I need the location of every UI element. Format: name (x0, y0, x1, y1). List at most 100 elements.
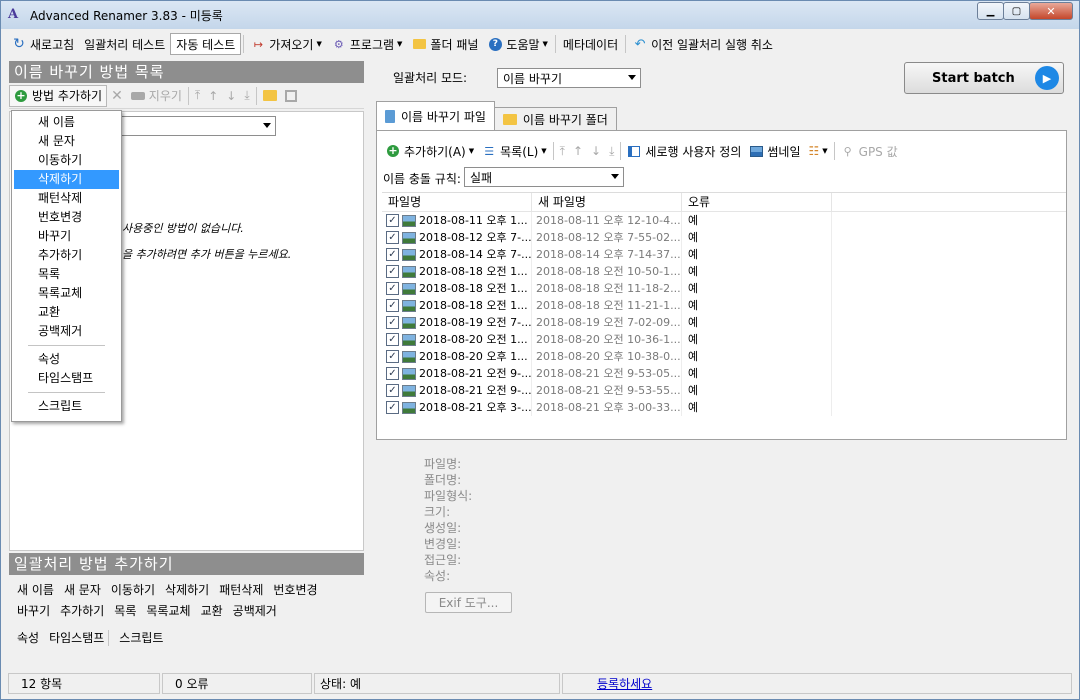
menu-item-replace[interactable]: 바꾸기 (14, 227, 119, 246)
start-batch-button[interactable]: Start batch ▶ (904, 62, 1064, 94)
help-menu-button[interactable]: ? 도움말 ▼ (483, 33, 553, 55)
row-checkbox[interactable]: ✓ (386, 214, 399, 227)
conflict-rule-select[interactable]: 실패 (464, 167, 624, 187)
table-row[interactable]: ✓ 2018-08-18 오전 1... 2018-08-18 오전 10-50-1… (382, 263, 1066, 280)
menu-item-new-case[interactable]: 새 문자 (14, 132, 119, 151)
programs-menu-button[interactable]: ⚙ 프로그램 ▼ (327, 33, 408, 55)
menu-divider (28, 345, 105, 346)
tab-rename-folders[interactable]: 이름 바꾸기 폴더 (493, 107, 617, 130)
menu-item-attributes[interactable]: 속성 (14, 350, 119, 369)
undo-batch-button[interactable]: ↶ 이전 일괄처리 실행 취소 (628, 33, 778, 55)
menu-item-list-replace[interactable]: 목록교체 (14, 284, 119, 303)
menu-item-list[interactable]: 목록 (14, 265, 119, 284)
row-checkbox[interactable]: ✓ (386, 333, 399, 346)
menu-item-add[interactable]: 추가하기 (14, 246, 119, 265)
table-row[interactable]: ✓ 2018-08-20 오후 1... 2018-08-20 오후 10-38-0… (382, 348, 1066, 365)
maximize-button[interactable]: ▢ (1003, 2, 1030, 20)
row-checkbox[interactable]: ✓ (386, 282, 399, 295)
move-top-button[interactable]: ⤒ (556, 140, 569, 162)
gps-button[interactable]: ⚲ GPS 값 (837, 140, 902, 162)
method-link[interactable]: 목록 (114, 602, 136, 619)
method-link[interactable]: 속성 (17, 629, 39, 646)
row-checkbox[interactable]: ✓ (386, 231, 399, 244)
tab-rename-files[interactable]: 이름 바꾸기 파일 (376, 101, 495, 130)
move-up-button[interactable]: ↑ (569, 140, 587, 162)
image-file-icon (402, 333, 416, 346)
menu-item-timestamp[interactable]: 타임스탬프 (14, 369, 119, 388)
menu-item-remove-pattern[interactable]: 패턴삭제 (14, 189, 119, 208)
row-checkbox[interactable]: ✓ (386, 316, 399, 329)
menu-item-swap[interactable]: 교환 (14, 303, 119, 322)
move-down-button[interactable]: ↓ (587, 140, 605, 162)
thumbnail-button[interactable]: 썸네일 (745, 140, 804, 162)
method-link[interactable]: 삭제하기 (165, 581, 209, 598)
method-link[interactable]: 교환 (201, 602, 223, 619)
add-method-button[interactable]: + 방법 추가하기 (9, 84, 108, 107)
table-row[interactable]: ✓ 2018-08-19 오전 7-... 2018-08-19 오전 7-02-0… (382, 314, 1066, 331)
method-link[interactable]: 패턴삭제 (219, 581, 263, 598)
method-link[interactable]: 추가하기 (60, 602, 104, 619)
method-link[interactable]: 타임스탬프 (49, 629, 104, 646)
move-top-button[interactable]: ⤒ (191, 85, 204, 107)
table-row[interactable]: ✓ 2018-08-11 오후 1... 2018-08-11 오후 12-10-4… (382, 212, 1066, 229)
auto-test-toggle[interactable]: 자동 테스트 (170, 33, 242, 55)
table-row[interactable]: ✓ 2018-08-21 오전 9-... 2018-08-21 오전 9-53-0… (382, 365, 1066, 382)
method-link[interactable]: 스크립트 (119, 629, 163, 646)
row-checkbox[interactable]: ✓ (386, 299, 399, 312)
table-row[interactable]: ✓ 2018-08-21 오전 9-... 2018-08-21 오전 9-53-5… (382, 382, 1066, 399)
preset-select[interactable] (120, 116, 276, 136)
table-row[interactable]: ✓ 2018-08-12 오후 7-... 2018-08-12 오후 7-55-0… (382, 229, 1066, 246)
row-checkbox[interactable]: ✓ (386, 384, 399, 397)
folder-panel-button[interactable]: 폴더 패널 (407, 33, 483, 55)
move-bottom-button[interactable]: ⤓ (605, 140, 618, 162)
exif-tool-button[interactable]: Exif 도구... (425, 592, 512, 613)
minimize-button[interactable]: ▁ (977, 2, 1004, 20)
menu-item-new-name[interactable]: 새 이름 (14, 113, 119, 132)
method-link[interactable]: 바꾸기 (17, 602, 50, 619)
row-checkbox[interactable]: ✓ (386, 265, 399, 278)
move-bottom-button[interactable]: ⤓ (240, 85, 253, 107)
move-down-button[interactable]: ↓ (222, 85, 240, 107)
close-button[interactable]: ✕ (1029, 2, 1073, 20)
custom-columns-button[interactable]: 세로행 사용자 정의 (623, 140, 745, 162)
batch-test-button[interactable]: 일괄처리 테스트 (79, 33, 170, 55)
view-options-button[interactable]: ☷ ▼ (804, 140, 831, 162)
list-menu-button[interactable]: ☰ 목록(L) ▼ (478, 140, 551, 162)
add-files-button[interactable]: + 추가하기(A) ▼ (382, 140, 478, 162)
menu-item-remove[interactable]: 삭제하기 (14, 170, 119, 189)
metadata-button[interactable]: 메타데이터 (558, 33, 623, 55)
move-up-button[interactable]: ↑ (204, 85, 222, 107)
delete-button[interactable]: 지우기 (127, 85, 186, 107)
table-row[interactable]: ✓ 2018-08-14 오후 7-... 2018-08-14 오후 7-14-3… (382, 246, 1066, 263)
save-preset-button[interactable] (281, 85, 301, 107)
method-link[interactable]: 새 이름 (17, 581, 54, 598)
register-link[interactable]: 등록하세요 (597, 677, 652, 691)
table-row[interactable]: ✓ 2018-08-21 오후 3-... 2018-08-21 오후 3-00-3… (382, 399, 1066, 416)
table-row[interactable]: ✓ 2018-08-18 오전 1... 2018-08-18 오전 11-18-2… (382, 280, 1066, 297)
batch-mode-select[interactable]: 이름 바꾸기 (497, 68, 641, 88)
row-checkbox[interactable]: ✓ (386, 401, 399, 414)
method-link[interactable]: 공백제거 (233, 602, 277, 619)
table-row[interactable]: ✓ 2018-08-18 오전 1... 2018-08-18 오전 11-21-1… (382, 297, 1066, 314)
column-header-error[interactable]: 오류 (682, 193, 832, 212)
help-label: 도움말 (506, 37, 540, 52)
menu-item-renumber[interactable]: 번호변경 (14, 208, 119, 227)
row-checkbox[interactable]: ✓ (386, 350, 399, 363)
menu-item-trim[interactable]: 공백제거 (14, 322, 119, 341)
table-row[interactable]: ✓ 2018-08-20 오전 1... 2018-08-20 오전 10-36-1… (382, 331, 1066, 348)
main-toolbar: ↻ 새로고침 일괄처리 테스트 자동 테스트 ↦ 가져오기 ▼ ⚙ 프로그램 ▼ 폴더 패… (7, 33, 778, 55)
column-header-new-filename[interactable]: 새 파일명 (532, 193, 682, 212)
method-link[interactable]: 번호변경 (273, 581, 317, 598)
column-header-filename[interactable]: 파일명 (382, 193, 532, 212)
method-link[interactable]: 이동하기 (111, 581, 155, 598)
menu-item-move[interactable]: 이동하기 (14, 151, 119, 170)
method-link[interactable]: 새 문자 (64, 581, 101, 598)
method-link[interactable]: 목록교체 (146, 602, 190, 619)
remove-method-button[interactable]: ✕ (107, 85, 127, 107)
row-checkbox[interactable]: ✓ (386, 367, 399, 380)
row-checkbox[interactable]: ✓ (386, 248, 399, 261)
refresh-button[interactable]: ↻ 새로고침 (7, 33, 79, 55)
open-preset-button[interactable] (259, 85, 281, 107)
menu-item-script[interactable]: 스크립트 (14, 397, 119, 416)
import-menu-button[interactable]: ↦ 가져오기 ▼ (246, 33, 327, 55)
